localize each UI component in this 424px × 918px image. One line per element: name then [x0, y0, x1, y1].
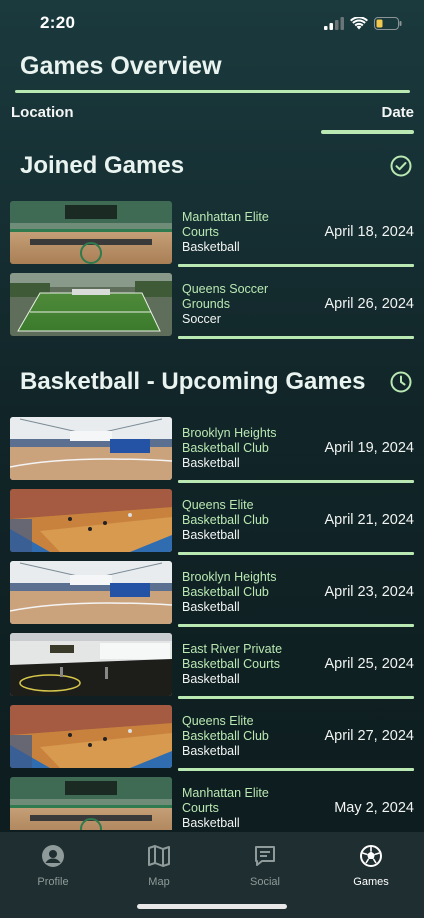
tab-label: Games: [353, 876, 389, 888]
sport-type: Basketball: [182, 239, 240, 254]
tab-profile[interactable]: Profile: [0, 844, 106, 918]
home-indicator: [137, 904, 287, 909]
map-icon: [148, 845, 170, 867]
profile-icon: [42, 845, 64, 867]
tab-label: Social: [250, 876, 280, 888]
upcoming-games-header: Basketball - Upcoming Games: [0, 360, 424, 404]
game-text: Manhattan Elite Courts Basketball: [182, 210, 297, 255]
game-info: East River Private Basketball Courts Bas…: [178, 633, 414, 699]
venue-thumbnail: [10, 200, 172, 264]
game-text: Queens Elite Basketball Club Basketball: [182, 714, 297, 759]
battery-icon: [374, 16, 402, 30]
sport-type: Basketball: [182, 527, 240, 542]
venue-thumbnail: [10, 776, 172, 830]
tab-games[interactable]: Games: [318, 844, 424, 918]
game-date: May 2, 2024: [334, 800, 414, 816]
tab-label: Map: [148, 876, 170, 888]
venue-thumbnail: [10, 488, 172, 552]
game-date: April 19, 2024: [324, 440, 414, 456]
game-list-item[interactable]: Queens Elite Basketball Club Basketball …: [10, 700, 414, 772]
game-info: Queens Elite Basketball Club Basketball …: [178, 705, 414, 771]
chat-icon: [255, 846, 275, 866]
sort-by-location-tab[interactable]: Location: [11, 104, 74, 121]
soccer-ball-icon: [360, 845, 382, 867]
sport-type: Basketball: [182, 455, 240, 470]
venue-thumbnail: [10, 416, 172, 480]
game-date: April 25, 2024: [324, 656, 414, 672]
game-text: Brooklyn Heights Basketball Club Basketb…: [182, 570, 297, 615]
game-text: Queens Soccer Grounds Soccer: [182, 282, 297, 327]
game-text: East River Private Basketball Courts Bas…: [182, 642, 297, 687]
tab-label: Profile: [37, 876, 69, 888]
active-sort-indicator: [321, 130, 414, 134]
sport-type: Basketball: [182, 815, 240, 830]
venue-name: East River Private Basketball Courts: [182, 641, 283, 671]
venue-thumbnail: [10, 272, 172, 336]
page-title: Games Overview: [20, 52, 222, 80]
game-info: Brooklyn Heights Basketball Club Basketb…: [178, 417, 414, 483]
venue-thumbnail: [10, 704, 172, 768]
game-info: Manhattan Elite Courts Basketball April …: [178, 201, 414, 267]
sort-by-date-tab[interactable]: Date: [381, 104, 414, 121]
game-info: Queens Soccer Grounds Soccer April 26, 2…: [178, 273, 414, 339]
venue-name: Queens Elite Basketball Club: [182, 713, 269, 743]
joined-games-list: Manhattan Elite Courts Basketball April …: [0, 196, 424, 340]
status-icons: [324, 16, 402, 30]
venue-name: Brooklyn Heights Basketball Club: [182, 425, 277, 455]
game-text: Manhattan Elite Courts Basketball: [182, 786, 297, 831]
game-date: April 27, 2024: [324, 728, 414, 744]
game-date: April 21, 2024: [324, 512, 414, 528]
game-date: April 26, 2024: [324, 296, 414, 312]
sport-type: Basketball: [182, 671, 240, 686]
game-list-item[interactable]: Manhattan Elite Courts Basketball May 2,…: [10, 772, 414, 830]
venue-name: Manhattan Elite Courts: [182, 209, 269, 239]
game-date: April 23, 2024: [324, 584, 414, 600]
game-list-item[interactable]: East River Private Basketball Courts Bas…: [10, 628, 414, 700]
sport-type: Basketball: [182, 743, 240, 758]
venue-name: Queens Elite Basketball Club: [182, 497, 269, 527]
venue-name: Queens Soccer Grounds: [182, 281, 269, 311]
wifi-icon: [350, 16, 368, 29]
game-list-item[interactable]: Manhattan Elite Courts Basketball April …: [10, 196, 414, 268]
status-time: 2:20: [40, 13, 76, 32]
section-title: Basketball - Upcoming Games: [20, 368, 366, 395]
game-info: Queens Elite Basketball Club Basketball …: [178, 489, 414, 555]
clock-icon: [390, 371, 412, 393]
joined-games-header: Joined Games: [0, 144, 424, 188]
venue-thumbnail: [10, 632, 172, 696]
game-date: April 18, 2024: [324, 224, 414, 240]
title-underline: [15, 90, 410, 93]
sport-type: Soccer: [182, 311, 221, 326]
upcoming-games-list: Brooklyn Heights Basketball Club Basketb…: [0, 412, 424, 830]
games-list[interactable]: Joined Games Manhattan Elite Courts Bask…: [0, 142, 424, 830]
status-bar: 2:20: [0, 0, 424, 46]
sport-type: Basketball: [182, 599, 240, 614]
game-list-item[interactable]: Brooklyn Heights Basketball Club Basketb…: [10, 412, 414, 484]
game-list-item[interactable]: Brooklyn Heights Basketball Club Basketb…: [10, 556, 414, 628]
game-list-item[interactable]: Queens Soccer Grounds Soccer April 26, 2…: [10, 268, 414, 340]
venue-name: Manhattan Elite Courts: [182, 785, 269, 815]
game-text: Queens Elite Basketball Club Basketball: [182, 498, 297, 543]
sort-tabs: Location Date: [11, 104, 414, 121]
game-info: Manhattan Elite Courts Basketball May 2,…: [178, 777, 414, 831]
game-info: Brooklyn Heights Basketball Club Basketb…: [178, 561, 414, 627]
check-circle-icon: [390, 155, 412, 177]
section-title: Joined Games: [20, 152, 185, 179]
venue-name: Brooklyn Heights Basketball Club: [182, 569, 277, 599]
venue-thumbnail: [10, 560, 172, 624]
game-list-item[interactable]: Queens Elite Basketball Club Basketball …: [10, 484, 414, 556]
header: Games Overview: [15, 52, 410, 93]
cellular-signal-icon: [324, 16, 344, 30]
game-text: Brooklyn Heights Basketball Club Basketb…: [182, 426, 297, 471]
